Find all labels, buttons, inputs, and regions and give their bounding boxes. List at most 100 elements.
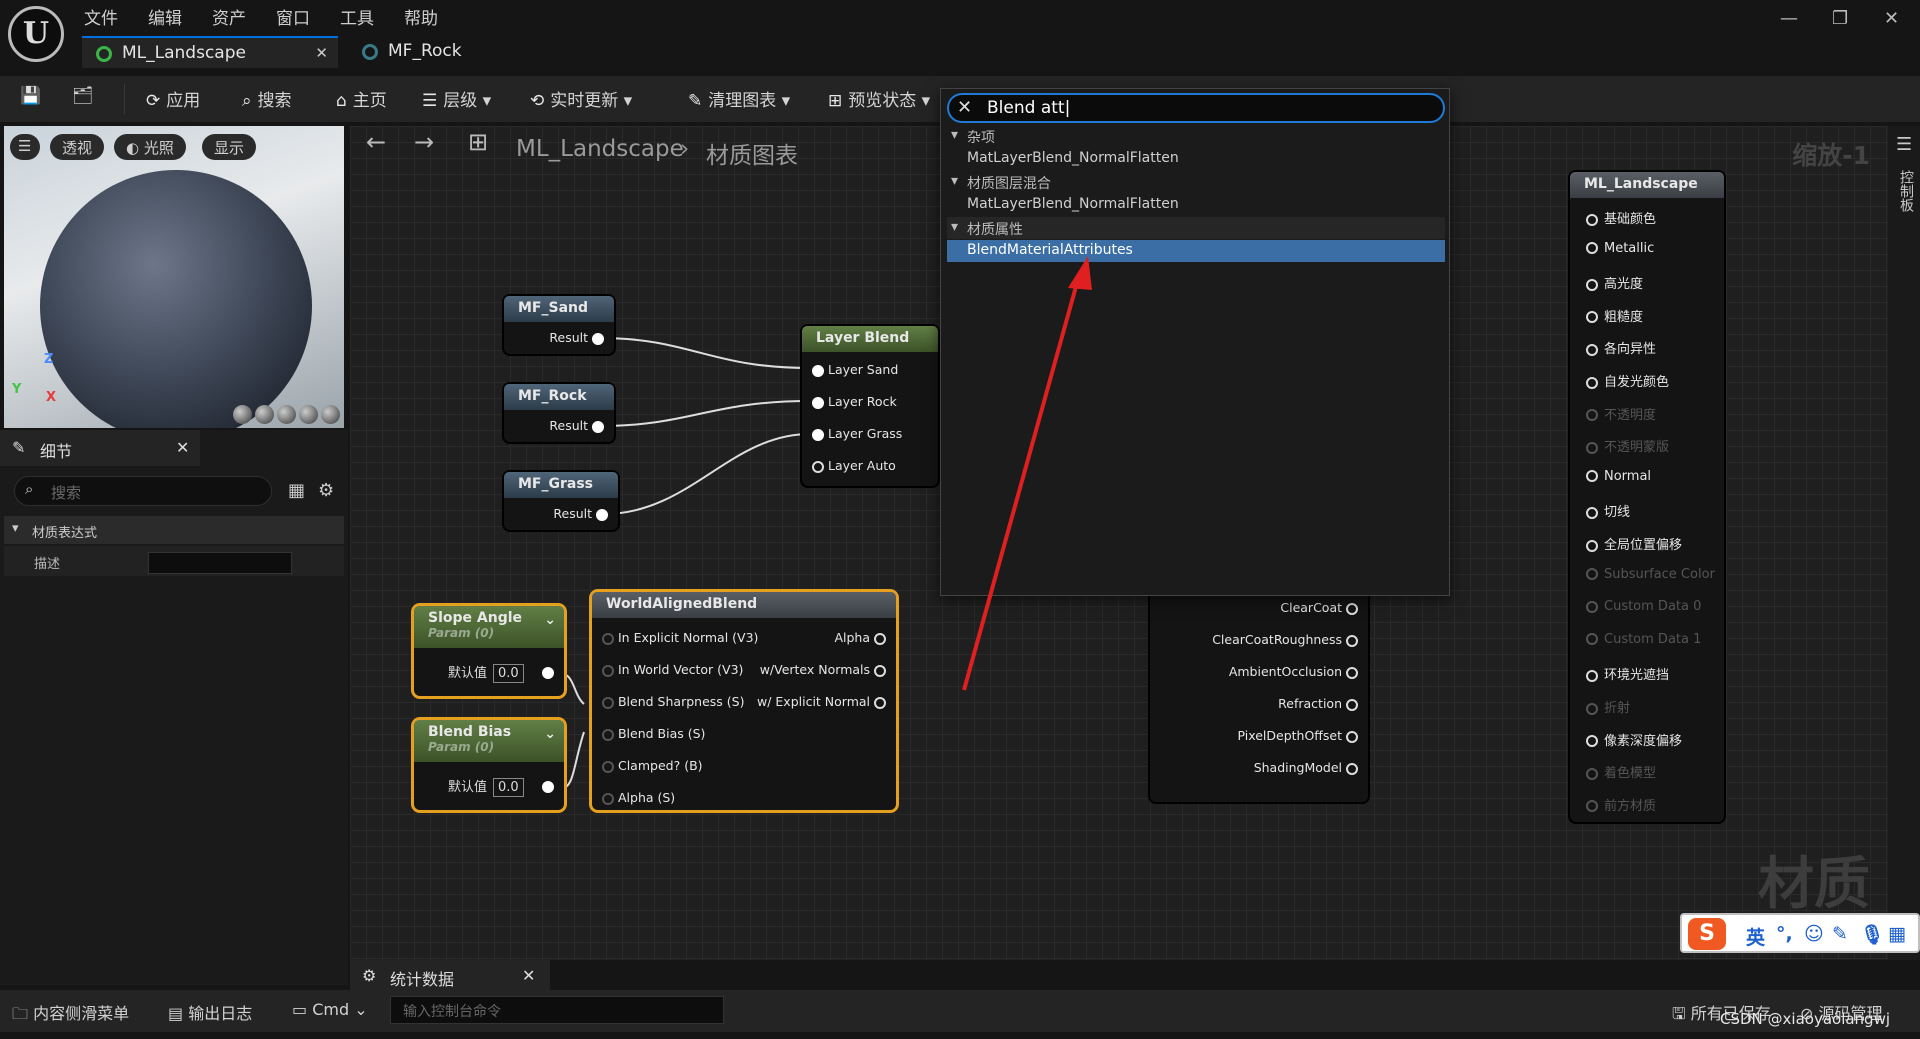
- result-input-pin[interactable]: Custom Data 0: [1586, 599, 1701, 614]
- output-pin[interactable]: w/Vertex Normals: [760, 662, 886, 677]
- menu-edit[interactable]: 编辑: [148, 4, 182, 29]
- result-input-pin[interactable]: 高光度: [1586, 273, 1643, 292]
- chevron-down-icon[interactable]: ⌄: [544, 612, 556, 628]
- table-view-icon[interactable]: ▦: [288, 480, 305, 501]
- input-pin[interactable]: Blend Bias (S): [602, 726, 705, 741]
- input-pin[interactable]: In World Vector (V3): [602, 662, 743, 677]
- result-item[interactable]: MatLayerBlend_NormalFlatten: [947, 148, 1445, 170]
- lighting-button[interactable]: ◐ 光照: [114, 134, 186, 160]
- description-field[interactable]: [148, 552, 292, 574]
- output-pin[interactable]: [542, 664, 554, 679]
- menu-asset[interactable]: 资产: [212, 4, 246, 29]
- node-mf-grass[interactable]: MF_Grass Result: [504, 472, 618, 530]
- result-item[interactable]: MatLayerBlend_NormalFlatten: [947, 194, 1445, 216]
- sogou-logo-icon[interactable]: S: [1688, 918, 1726, 950]
- panel-menu-icon[interactable]: ☰: [1896, 134, 1912, 155]
- minimize-icon[interactable]: —: [1780, 8, 1798, 29]
- output-pin[interactable]: [542, 778, 554, 793]
- tab-mf-rock[interactable]: MF_Rock: [348, 36, 548, 68]
- output-pin[interactable]: ClearCoat: [1280, 600, 1358, 615]
- output-pin[interactable]: Alpha: [834, 630, 886, 645]
- search-button[interactable]: ⌕ 搜索: [242, 86, 292, 111]
- ime-language[interactable]: 英: [1746, 923, 1765, 950]
- category-material-attributes[interactable]: ▾ 材质属性: [947, 217, 1445, 239]
- pen-icon[interactable]: ✎: [1832, 923, 1848, 945]
- node-partial-material-outputs[interactable]: ClearCoat ClearCoatRoughness AmbientOccl…: [1150, 586, 1368, 802]
- close-stats-icon[interactable]: ✕: [522, 966, 535, 985]
- input-pin[interactable]: Blend Sharpness (S): [602, 694, 744, 709]
- content-drawer-button[interactable]: 🗀 内容侧滑菜单: [12, 1000, 129, 1030]
- input-pin-grass[interactable]: Layer Grass: [812, 426, 902, 441]
- emoji-icon[interactable]: ☺: [1804, 923, 1824, 945]
- preview-viewport[interactable]: ☰ 透视 ◐ 光照 显示 Z Y X: [4, 126, 344, 428]
- result-item-selected[interactable]: BlendMaterialAttributes: [947, 240, 1445, 262]
- input-pin[interactable]: In Explicit Normal (V3): [602, 630, 758, 645]
- input-pin[interactable]: Alpha (S): [602, 790, 675, 805]
- details-tab[interactable]: ✎ 细节 ✕: [0, 430, 200, 466]
- result-input-pin[interactable]: 环境光遮挡: [1586, 664, 1669, 683]
- punctuation-icon[interactable]: °,: [1776, 923, 1793, 945]
- menu-help[interactable]: 帮助: [404, 4, 438, 29]
- output-pin[interactable]: Result: [549, 330, 604, 345]
- default-value-input[interactable]: 0.0: [493, 664, 524, 683]
- node-blend-bias[interactable]: Blend Bias ⌄ Param (0) 默认值 0.0: [414, 720, 564, 810]
- show-button[interactable]: 显示: [202, 134, 257, 160]
- result-input-pin[interactable]: 前方材质: [1586, 795, 1656, 814]
- result-input-pin[interactable]: 各向异性: [1586, 338, 1656, 357]
- palette-tab[interactable]: 控制板: [1896, 170, 1916, 212]
- node-mf-sand[interactable]: MF_Sand Result: [504, 296, 614, 354]
- input-pin-auto[interactable]: Layer Auto: [812, 458, 896, 473]
- result-input-pin[interactable]: 不透明蒙版: [1586, 436, 1669, 455]
- default-value-input[interactable]: 0.0: [493, 778, 524, 797]
- save-icon[interactable]: 💾: [20, 86, 41, 106]
- preview-state-button[interactable]: ⊞ 预览状态 ▾: [828, 86, 930, 111]
- settings-icon[interactable]: ⚙: [318, 480, 334, 501]
- output-pin[interactable]: PixelDepthOffset: [1237, 728, 1358, 743]
- result-input-pin[interactable]: 折射: [1586, 697, 1630, 716]
- grid-icon[interactable]: ▦: [1888, 923, 1906, 945]
- details-search-input[interactable]: ⌕ 搜索: [14, 476, 272, 506]
- result-input-pin[interactable]: 不透明度: [1586, 404, 1656, 423]
- output-pin[interactable]: Result: [549, 418, 604, 433]
- output-pin[interactable]: Refraction: [1278, 696, 1358, 711]
- close-tab-icon[interactable]: ✕: [315, 44, 328, 62]
- node-search-input[interactable]: ✕ Blend att|: [947, 93, 1445, 123]
- input-pin-sand[interactable]: Layer Sand: [812, 362, 898, 377]
- node-mf-rock[interactable]: MF_Rock Result: [504, 384, 614, 442]
- browse-icon[interactable]: 🗂: [72, 86, 94, 106]
- output-pin[interactable]: AmbientOcclusion: [1229, 664, 1358, 679]
- output-pin[interactable]: ShadingModel: [1254, 760, 1358, 775]
- menu-tools[interactable]: 工具: [340, 4, 374, 29]
- stats-tab[interactable]: ⚙ 统计数据 ✕: [350, 960, 550, 992]
- viewport-menu-icon[interactable]: ☰: [10, 134, 40, 160]
- restore-icon[interactable]: ❐: [1832, 8, 1848, 29]
- menu-window[interactable]: 窗口: [276, 4, 310, 29]
- node-layer-blend[interactable]: Layer Blend Layer Sand Layer Rock Layer …: [802, 326, 938, 486]
- clean-graph-button[interactable]: ✎ 清理图表 ▾: [688, 86, 790, 111]
- microphone-icon[interactable]: 🎙: [1860, 923, 1884, 946]
- input-pin-rock[interactable]: Layer Rock: [812, 394, 897, 409]
- live-update-button[interactable]: ⟲ 实时更新 ▾: [530, 86, 632, 111]
- node-slope-angle[interactable]: Slope Angle ⌄ Param (0) 默认值 0.0: [414, 606, 564, 696]
- input-pin[interactable]: Clamped? (B): [602, 758, 703, 773]
- result-input-pin[interactable]: 着色模型: [1586, 762, 1656, 781]
- category-misc[interactable]: ▾ 杂项: [947, 125, 1445, 147]
- result-input-pin[interactable]: Metallic: [1586, 241, 1654, 256]
- clear-search-icon[interactable]: ✕: [957, 97, 972, 118]
- result-input-pin[interactable]: Subsurface Color: [1586, 567, 1715, 582]
- apply-button[interactable]: ⟳ 应用: [146, 86, 200, 111]
- result-input-pin[interactable]: 基础颜色: [1586, 208, 1656, 227]
- close-details-icon[interactable]: ✕: [176, 438, 189, 457]
- category-layer-blend[interactable]: ▾ 材质图层混合: [947, 171, 1445, 193]
- node-world-aligned-blend[interactable]: WorldAlignedBlend In Explicit Normal (V3…: [592, 592, 896, 810]
- perspective-button[interactable]: 透视: [50, 134, 105, 160]
- unreal-logo[interactable]: U: [8, 6, 64, 62]
- home-button[interactable]: ⌂ 主页: [336, 86, 387, 111]
- preview-mesh-selector[interactable]: [233, 405, 340, 424]
- console-input[interactable]: 输入控制台命令: [390, 996, 724, 1024]
- menu-file[interactable]: 文件: [84, 4, 118, 29]
- node-material-result[interactable]: ML_Landscape 基础颜色 Metallic 高光度 粗糙度 各向异性 自发光颜色…: [1570, 172, 1724, 822]
- tab-ml-landscape[interactable]: ML_Landscape ✕: [82, 36, 338, 68]
- result-input-pin[interactable]: 切线: [1586, 501, 1630, 520]
- category-material-expression[interactable]: ▾ 材质表达式: [4, 516, 344, 544]
